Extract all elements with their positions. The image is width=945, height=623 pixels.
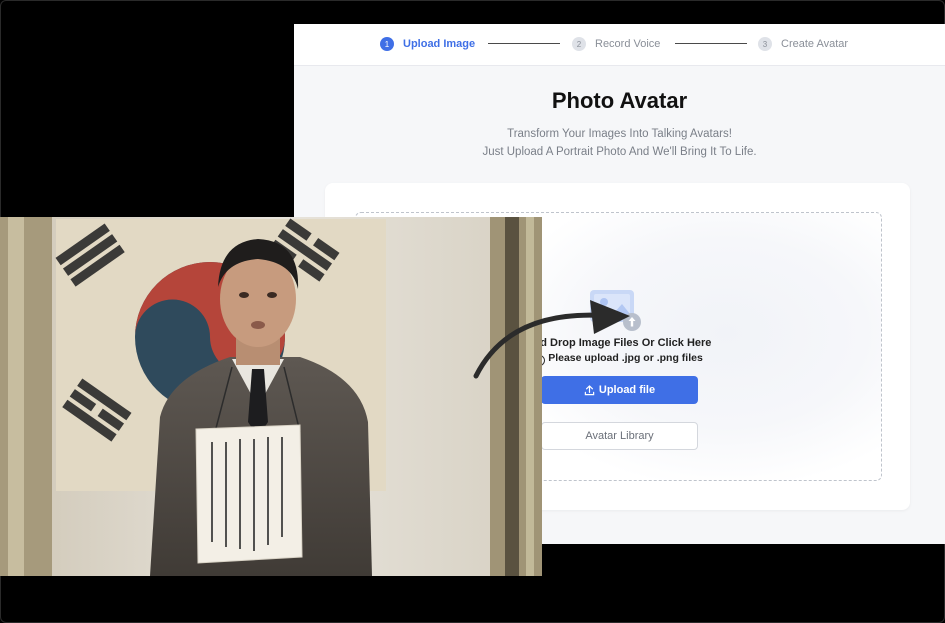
step-number: 3: [758, 37, 772, 51]
step-connector: [675, 43, 747, 44]
curved-arrow-icon: [473, 300, 630, 379]
step-progress-bar: 1 Upload Image 2 Record Voice 3 Create A…: [294, 24, 945, 66]
step-label: Record Voice: [595, 38, 661, 50]
placard-char: 大: [205, 439, 214, 452]
placard-char: 韓: [221, 439, 230, 452]
placard-char: 萬: [270, 439, 279, 452]
step-label: Create Avatar: [781, 38, 849, 50]
step-number: 2: [572, 37, 586, 51]
step-connector: [488, 43, 560, 44]
subtitle-line: Transform Your Images Into Talking Avata…: [507, 128, 732, 140]
step-label: Upload Image: [403, 38, 476, 50]
placard-char: 歲: [286, 439, 295, 452]
step-number: 1: [380, 37, 394, 51]
page-subtitle: Transform Your Images Into Talking Avata…: [294, 125, 945, 161]
step-upload-image[interactable]: 1 Upload Image: [380, 36, 475, 52]
placard-char: 國: [254, 439, 263, 452]
step-create-avatar[interactable]: 3 Create Avatar: [758, 36, 848, 52]
portrait-scene: [0, 217, 542, 576]
step-record-voice[interactable]: 2 Record Voice: [572, 36, 660, 52]
subtitle-line: Just Upload A Portrait Photo And We'll B…: [482, 146, 757, 158]
page-title: Photo Avatar: [551, 88, 688, 113]
avatar-library-button[interactable]: Avatar Library: [541, 422, 698, 450]
placard-char: 民: [237, 439, 246, 452]
avatar-library-label: Avatar Library: [585, 430, 654, 442]
overlay-portrait-photo: 大 韓 民 國 萬 歲: [0, 217, 542, 576]
